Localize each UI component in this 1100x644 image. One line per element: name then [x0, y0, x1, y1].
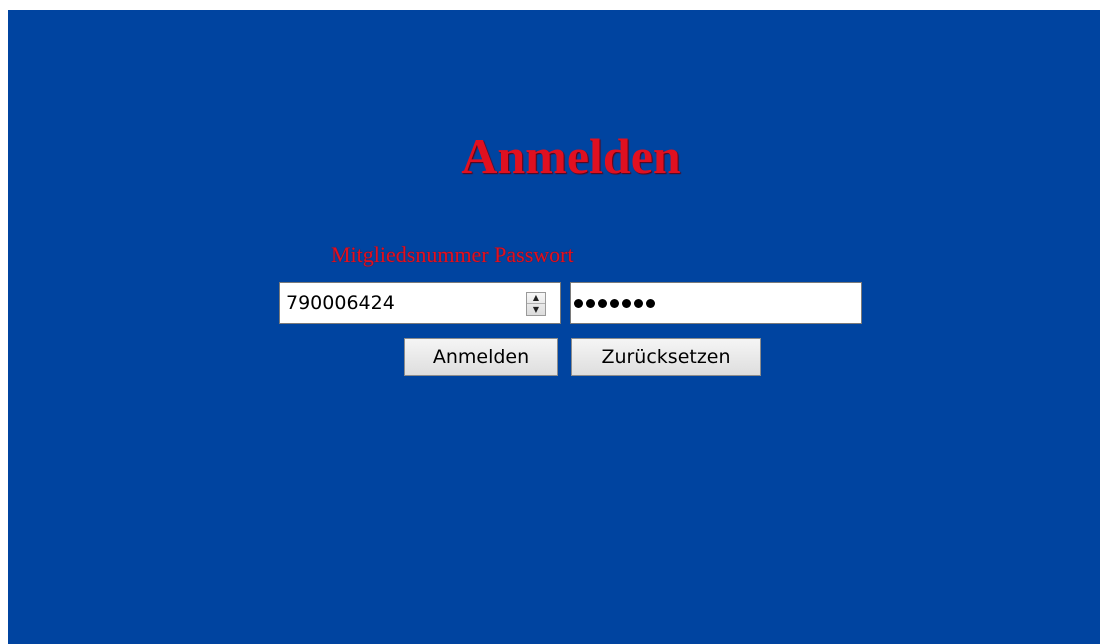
password-input[interactable]: [570, 282, 862, 324]
reset-button[interactable]: Zurücksetzen: [571, 338, 761, 376]
login-button[interactable]: Anmelden: [404, 338, 558, 376]
password-dot: [646, 298, 655, 308]
password-dot: [586, 298, 595, 308]
member-number-label: Mitgliedsnummer: [331, 242, 489, 267]
password-dot: [598, 298, 607, 308]
password-dot: [610, 298, 619, 308]
member-number-value: 790006424: [286, 292, 395, 314]
password-dot: [634, 298, 643, 308]
password-dot: [622, 298, 631, 308]
member-number-input[interactable]: 790006424 ▲ ▼: [279, 282, 561, 324]
password-dot: [574, 298, 583, 308]
spin-up-arrow-icon[interactable]: ▲: [527, 293, 545, 304]
password-mask: [574, 283, 655, 323]
number-spinner[interactable]: ▲ ▼: [526, 292, 546, 316]
spin-down-arrow-icon[interactable]: ▼: [527, 304, 545, 315]
login-page: Anmelden Mitgliedsnummer Passwort 790006…: [8, 10, 1100, 644]
page-title: Anmelden: [461, 128, 681, 184]
field-labels: Mitgliedsnummer Passwort: [331, 242, 731, 268]
password-label: Passwort: [494, 242, 574, 267]
